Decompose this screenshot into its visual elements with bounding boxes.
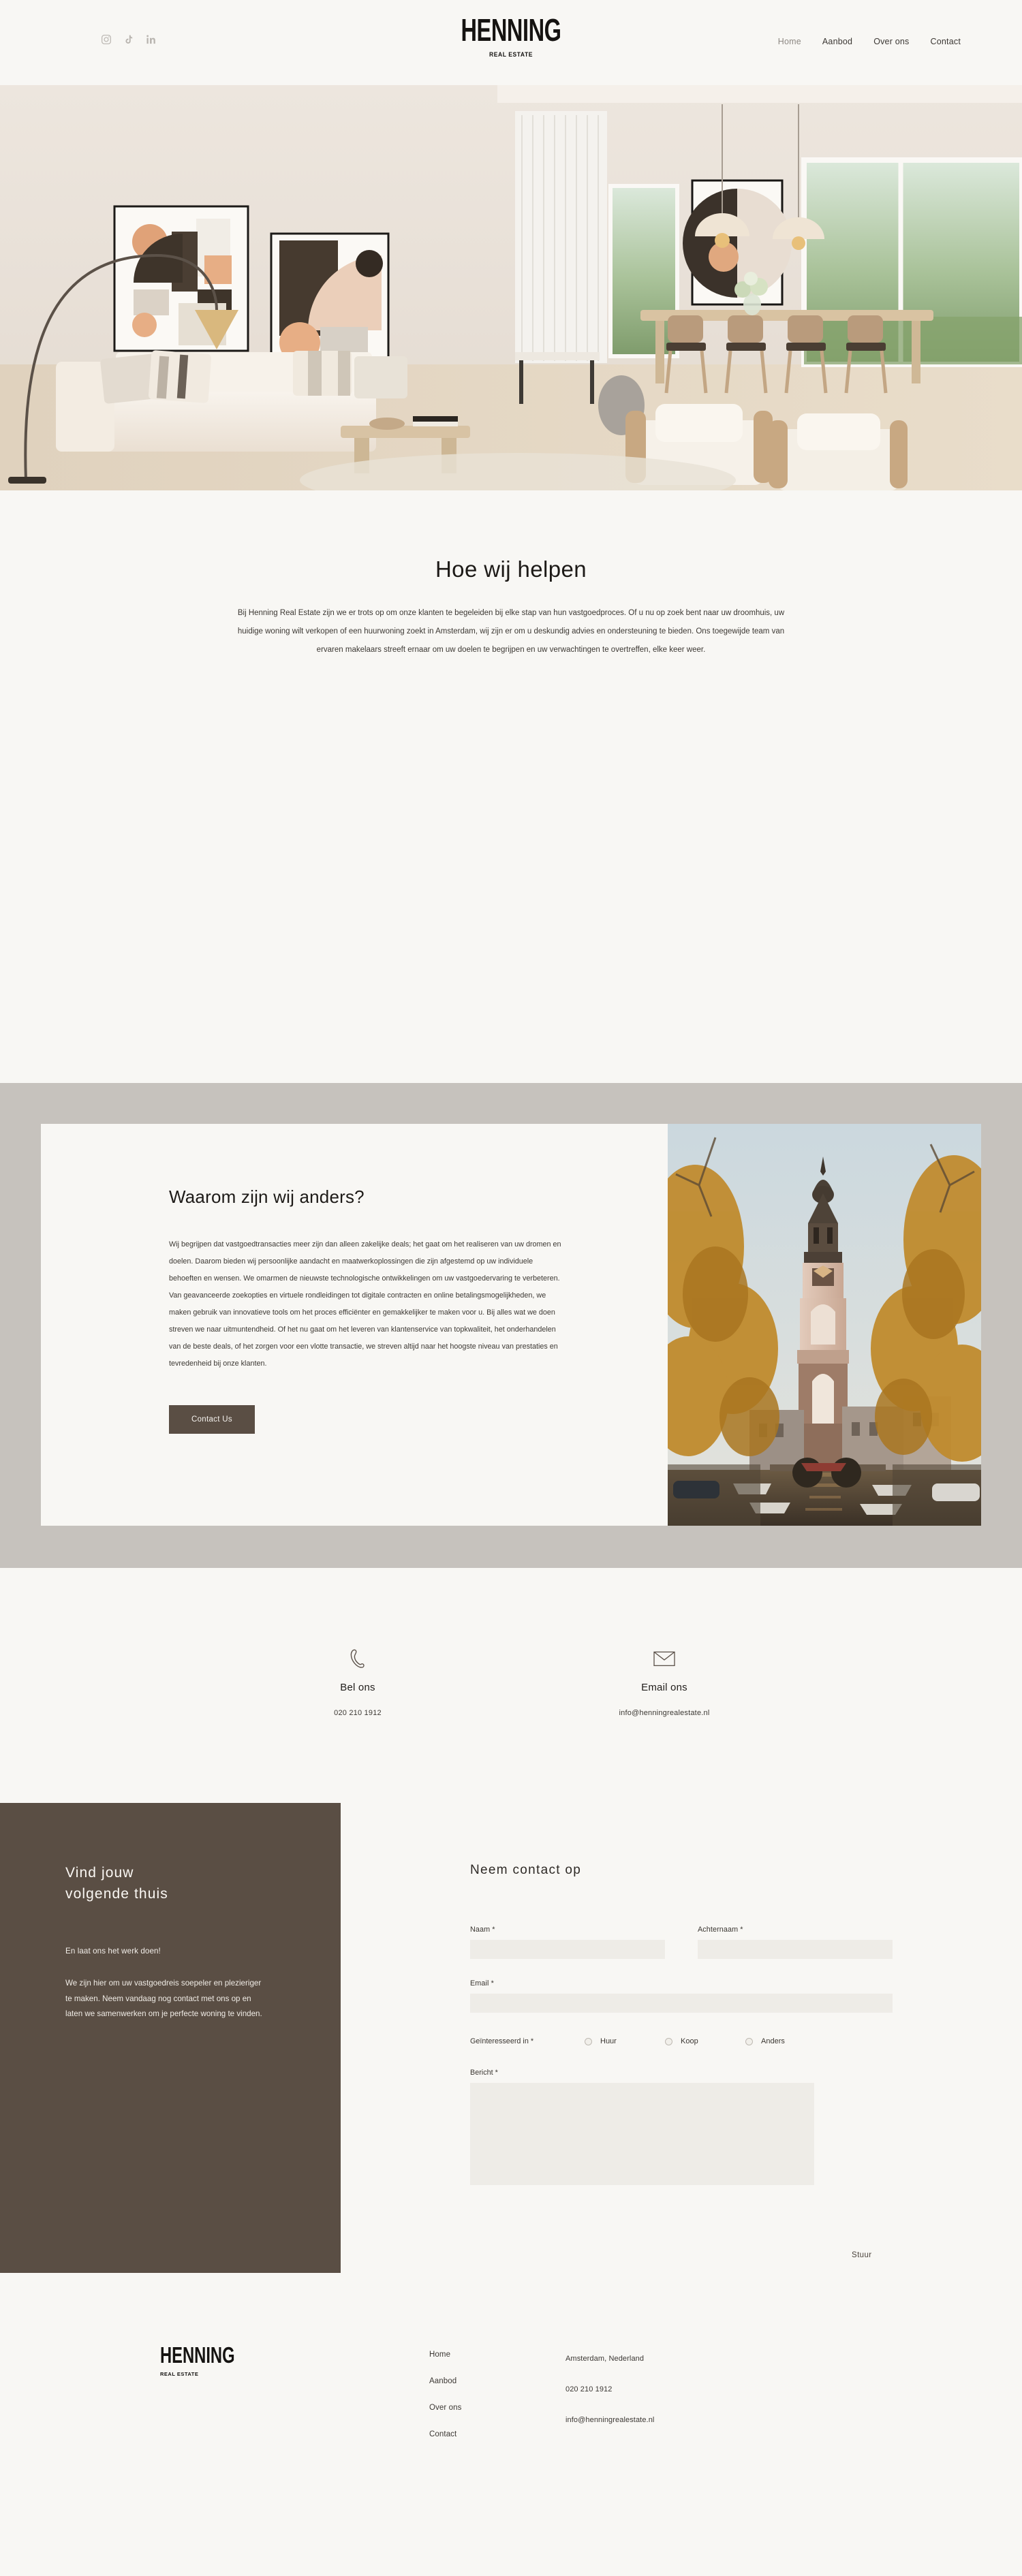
main-nav: Home Aanbod Over ons Contact bbox=[778, 37, 961, 46]
tile-call-us: Bel ons 020 210 1912 bbox=[204, 1647, 511, 1717]
field-last-name: Achternaam * bbox=[698, 1926, 893, 1959]
tiktok-icon[interactable] bbox=[123, 34, 134, 45]
promo-title-line-1: Vind jouw bbox=[65, 1865, 134, 1881]
contact-tiles-section: Bel ons 020 210 1912 Email ons info@henn… bbox=[0, 1568, 1022, 1803]
hero-illustration bbox=[0, 85, 1022, 490]
how-we-help-body: Bij Henning Real Estate zijn we er trots… bbox=[237, 609, 785, 655]
logo-wordmark: HENNING bbox=[461, 12, 561, 48]
footer-contact-info: Amsterdam, Nederland 020 210 1912 info@h… bbox=[566, 2346, 654, 2438]
tile-email-us-value[interactable]: info@henningrealestate.nl bbox=[511, 1709, 818, 1717]
site-footer: HENNING REAL ESTATE Home Aanbod Over ons… bbox=[0, 2273, 1022, 2534]
field-interest: Geïnteresseerd in * Huur Koop Anders bbox=[470, 2037, 893, 2045]
why-body: Wij begrijpen dat vastgoedtransacties me… bbox=[169, 1240, 561, 1368]
tile-email-us-heading: Email ons bbox=[641, 1682, 687, 1693]
interest-label: Geïnteresseerd in * bbox=[470, 2037, 534, 2045]
form-title: Neem contact op bbox=[470, 1863, 582, 1877]
footer-phone[interactable]: 020 210 1912 bbox=[566, 2385, 654, 2393]
promo-title: Vind jouw volgende thuis bbox=[65, 1862, 341, 1904]
radio-label-huur: Huur bbox=[600, 2037, 617, 2045]
first-name-input[interactable] bbox=[470, 1940, 665, 1959]
footer-nav-over-ons[interactable]: Over ons bbox=[429, 2404, 566, 2412]
radio-option-anders[interactable]: Anders bbox=[745, 2037, 826, 2045]
message-textarea[interactable] bbox=[470, 2083, 814, 2185]
canal-illustration bbox=[668, 1124, 981, 1526]
footer-nav-home[interactable]: Home bbox=[429, 2351, 566, 2359]
radio-option-huur[interactable]: Huur bbox=[585, 2037, 665, 2045]
promo-lead: En laat ons het werk doen! bbox=[65, 1947, 161, 1956]
footer-logo-wordmark: HENNING bbox=[160, 2342, 235, 2368]
radio-option-koop[interactable]: Koop bbox=[665, 2037, 745, 2045]
first-name-label: Naam * bbox=[470, 1926, 495, 1934]
how-we-help-title: Hoe wij helpen bbox=[435, 556, 587, 582]
why-text-card: Waarom zijn wij anders? Wij begrijpen da… bbox=[41, 1124, 668, 1526]
submit-button[interactable]: Stuur bbox=[852, 2251, 872, 2259]
hero-image bbox=[0, 85, 1022, 490]
nav-item-home[interactable]: Home bbox=[778, 37, 801, 46]
form-row-names: Naam * Achternaam * bbox=[470, 1926, 893, 1959]
footer-address: Amsterdam, Nederland bbox=[566, 2355, 645, 2363]
footer-email[interactable]: info@henningrealestate.nl bbox=[566, 2416, 654, 2424]
email-label: Email * bbox=[470, 1979, 494, 1988]
contact-form: Neem contact op Naam * Achternaam * Emai… bbox=[470, 1863, 893, 2259]
promo-title-line-2: volgende thuis bbox=[65, 1886, 168, 1902]
radio-label-anders: Anders bbox=[761, 2037, 785, 2045]
linkedin-icon[interactable] bbox=[146, 34, 157, 45]
instagram-icon[interactable] bbox=[101, 34, 112, 45]
radio-label-koop: Koop bbox=[681, 2037, 698, 2045]
footer-nav-contact[interactable]: Contact bbox=[429, 2430, 566, 2438]
page-root: HENNING REAL ESTATE Home Aanbod Over ons… bbox=[0, 0, 1022, 2534]
amsterdam-canal-photo bbox=[668, 1124, 981, 1526]
nav-item-contact[interactable]: Contact bbox=[931, 37, 961, 46]
footer-logo[interactable]: HENNING REAL ESTATE bbox=[109, 2342, 429, 2438]
tile-email-us: Email ons info@henningrealestate.nl bbox=[511, 1647, 818, 1717]
site-header: HENNING REAL ESTATE Home Aanbod Over ons… bbox=[0, 0, 1022, 85]
message-label: Bericht * bbox=[470, 2069, 498, 2077]
footer-nav: Home Aanbod Over ons Contact bbox=[429, 2346, 566, 2438]
why-different-section: Waarom zijn wij anders? Wij begrijpen da… bbox=[0, 1083, 1022, 1568]
phone-icon bbox=[204, 1647, 511, 1670]
tile-call-us-heading: Bel ons bbox=[340, 1682, 375, 1693]
promo-panel: Vind jouw volgende thuis En laat ons het… bbox=[0, 1803, 341, 2273]
last-name-label: Achternaam * bbox=[698, 1926, 743, 1934]
logo-tagline: REAL ESTATE bbox=[489, 51, 533, 59]
field-first-name: Naam * bbox=[470, 1926, 665, 1959]
field-message: Bericht * Stuur bbox=[470, 2069, 893, 2259]
how-we-help-section: Hoe wij helpen Bij Henning Real Estate z… bbox=[0, 490, 1022, 1083]
contact-us-button[interactable]: Contact Us bbox=[169, 1405, 255, 1434]
radio-dot-koop[interactable] bbox=[665, 2037, 672, 2045]
envelope-icon bbox=[511, 1647, 818, 1670]
last-name-input[interactable] bbox=[698, 1940, 893, 1959]
footer-nav-aanbod[interactable]: Aanbod bbox=[429, 2377, 566, 2385]
contact-tiles: Bel ons 020 210 1912 Email ons info@henn… bbox=[204, 1647, 818, 1717]
nav-item-aanbod[interactable]: Aanbod bbox=[822, 37, 852, 46]
field-email: Email * bbox=[470, 1979, 893, 2013]
promo-body: We zijn hier om uw vastgoedreis soepeler… bbox=[65, 1979, 262, 2019]
radio-dot-anders[interactable] bbox=[745, 2037, 753, 2045]
why-title: Waarom zijn wij anders? bbox=[169, 1187, 365, 1207]
footer-columns: HENNING REAL ESTATE Home Aanbod Over ons… bbox=[109, 2342, 913, 2438]
why-card-row: Waarom zijn wij anders? Wij begrijpen da… bbox=[41, 1124, 981, 1526]
email-input[interactable] bbox=[470, 1994, 893, 2013]
nav-item-over-ons[interactable]: Over ons bbox=[873, 37, 909, 46]
tile-call-us-value[interactable]: 020 210 1912 bbox=[204, 1709, 511, 1717]
social-links bbox=[101, 34, 157, 45]
footer-logo-tagline: REAL ESTATE bbox=[160, 2371, 199, 2377]
radio-dot-huur[interactable] bbox=[585, 2037, 592, 2045]
site-logo[interactable]: HENNING REAL ESTATE bbox=[454, 14, 568, 59]
contact-form-section: Vind jouw volgende thuis En laat ons het… bbox=[0, 1803, 1022, 2273]
